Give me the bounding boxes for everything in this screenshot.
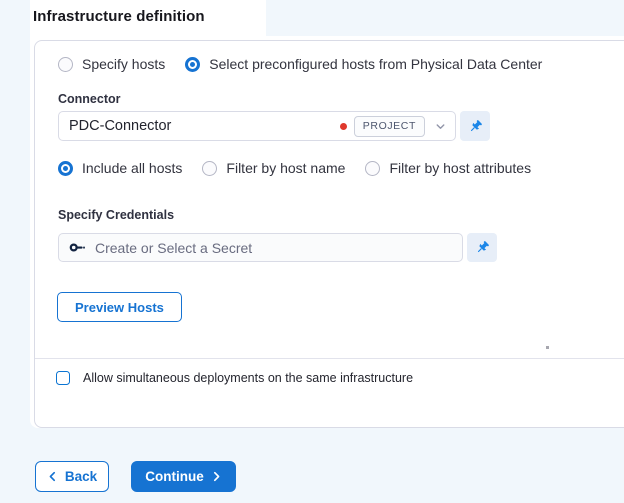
- section-divider: [35, 358, 624, 359]
- radio-selected-icon[interactable]: [58, 160, 73, 176]
- error-dot-icon: [339, 122, 347, 130]
- infrastructure-definition-page: { "page": { "title": "Infrastructure def…: [0, 0, 624, 503]
- pin-icon: [475, 240, 490, 255]
- radio-unselected-icon[interactable]: [58, 56, 73, 72]
- credentials-label: Specify Credentials: [58, 208, 175, 222]
- radio-label: Filter by host name: [226, 160, 346, 176]
- radio-filter-by-host-attributes[interactable]: Filter by host attributes: [365, 160, 531, 176]
- connector-label: Connector: [58, 92, 121, 106]
- checkbox-label: Allow simultaneous deployments on the sa…: [83, 371, 414, 385]
- radio-label: Filter by host attributes: [389, 160, 532, 176]
- radio-label: Select preconfigured hosts from Physical…: [209, 56, 543, 72]
- connector-pin-button[interactable]: [460, 111, 490, 141]
- continue-button-label: Continue: [145, 469, 204, 484]
- page-title: Infrastructure definition: [33, 8, 205, 25]
- back-button[interactable]: Back: [35, 461, 109, 492]
- scope-tag: PROJECT: [353, 115, 425, 137]
- chevron-left-icon: [47, 471, 58, 482]
- host-filter-radio-group: Include all hosts Filter by host name Fi…: [58, 160, 531, 176]
- key-icon: [69, 239, 86, 256]
- radio-unselected-icon[interactable]: [365, 160, 381, 176]
- radio-specify-hosts[interactable]: Specify hosts: [58, 56, 165, 72]
- connector-select-field[interactable]: PDC-Connector PROJECT: [58, 111, 456, 141]
- continue-button[interactable]: Continue: [131, 461, 236, 492]
- secret-placeholder-text: Create or Select a Secret: [95, 239, 253, 256]
- checkbox-unchecked-icon[interactable]: [56, 371, 70, 385]
- pin-icon: [468, 119, 483, 134]
- connector-value: PDC-Connector: [69, 118, 172, 134]
- tiny-dot-artifact: [546, 346, 549, 349]
- back-button-label: Back: [64, 469, 98, 484]
- secret-select-field[interactable]: Create or Select a Secret: [58, 233, 463, 262]
- infrastructure-card: Specify hosts Select preconfigured hosts…: [34, 40, 624, 428]
- simultaneous-deployments-row[interactable]: Allow simultaneous deployments on the sa…: [56, 371, 413, 385]
- chevron-right-icon: [211, 471, 222, 482]
- radio-unselected-icon[interactable]: [202, 160, 218, 176]
- radio-label: Include all hosts: [82, 160, 183, 176]
- preview-hosts-button[interactable]: Preview Hosts: [57, 292, 182, 322]
- host-source-radio-group: Specify hosts Select preconfigured hosts…: [58, 56, 542, 72]
- credentials-control-row: Create or Select a Secret: [58, 233, 497, 262]
- radio-preconfigured-hosts[interactable]: Select preconfigured hosts from Physical…: [185, 56, 542, 72]
- radio-selected-icon[interactable]: [185, 56, 201, 72]
- chevron-down-icon[interactable]: [434, 120, 447, 133]
- preview-hosts-label: Preview Hosts: [75, 299, 164, 315]
- connector-control-row: PDC-Connector PROJECT: [58, 111, 490, 141]
- radio-label: Specify hosts: [82, 56, 166, 72]
- radio-include-all-hosts[interactable]: Include all hosts: [58, 160, 182, 176]
- radio-filter-by-host-name[interactable]: Filter by host name: [202, 160, 345, 176]
- credentials-pin-button[interactable]: [467, 233, 497, 262]
